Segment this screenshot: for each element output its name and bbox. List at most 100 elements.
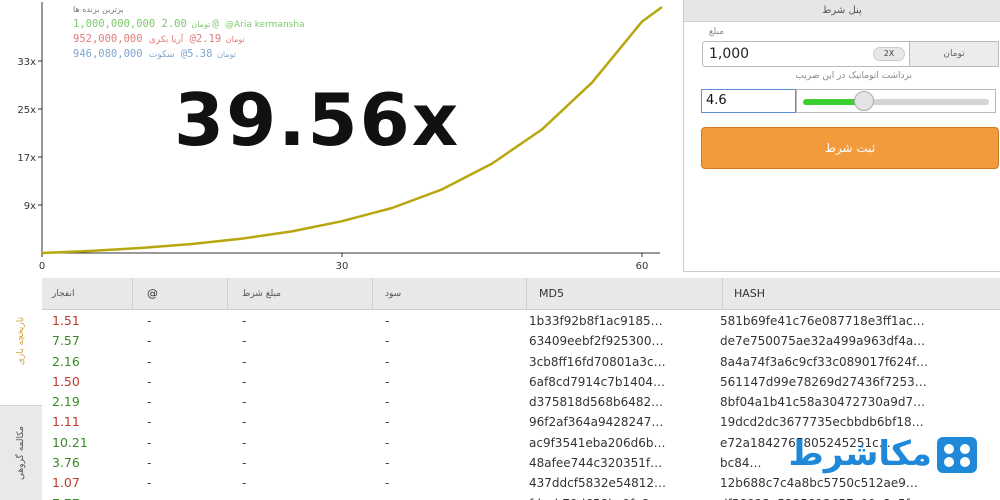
auto-cashout-label: برداشت اتوماتیک در این ضریب [795,71,912,81]
cell-bust-multiplier: 1.07 [52,475,80,491]
tab-game-history[interactable]: تاریخچه بازی [0,278,42,405]
table-row[interactable]: 1.50 - - - 6af8cd7914c7b1404… 561147d99e78269… [42,372,1000,392]
place-bet-button[interactable]: ثبت شرط [701,127,999,169]
cell-bet-amount: - [242,475,247,491]
cell-bust-multiplier: 10.21 [52,434,88,450]
winner-name: @Aria kermansha [224,20,305,30]
winner-amount: 952,000,000 [73,33,149,45]
col-divider [722,278,723,310]
cell-at: - [147,455,152,471]
cell-bust-multiplier: 3.76 [52,455,80,471]
amount-label: مبلغ [708,27,724,37]
tab-group-chat-label: مکالمه گروهی [16,425,26,480]
cell-hash: df58923a5235813657c00a8a5f… [720,494,1000,500]
cell-at: - [147,313,152,328]
top-winner-row: 952,000,000 تومان 2.19@ آریا بکری [73,32,373,47]
top-winners: برترین برنده ها 1,000,000,000 تومان 2.00… [73,3,373,62]
table-row[interactable]: 1.51 - - - 1b33f92b8f1ac9185… 581b69fe41c76e0… [42,311,1000,331]
cell-at: - [147,494,187,500]
winner-name: سکوت [148,50,175,60]
col-header-bust: انفجار [52,289,75,299]
logo-icon [937,437,977,473]
winner-amount: 946,080,000 [73,48,149,60]
cell-md5: ac9f3541eba206d6b… [529,435,666,450]
cell-profit: - [385,373,390,389]
cell-bust-multiplier: 7.77 [52,494,132,500]
cell-profit: - [385,414,390,430]
table-header: انفجار @ مبلغ شرط سود MD5 HASH [42,278,1000,310]
x-tick-label: 30 [336,261,349,272]
table-row[interactable]: 2.16 - - - 3cb8ff16fd70801a3c… 8a4a74f3a6c9cf… [42,352,1000,372]
auto-cashout-input[interactable]: 4.6 [701,89,796,113]
cell-profit: - [385,494,425,500]
slider-track-rest [864,99,989,105]
winner-name: آریا بکری [148,35,184,45]
cell-md5: 3cb8ff16fd70801a3c… [529,354,666,369]
top-winners-title: برترین برنده ها [73,5,124,14]
cell-profit: - [385,353,390,369]
cell-md5: 6af8cd7914c7b1404… [529,374,665,389]
cell-profit: - [385,394,390,410]
table-row[interactable]: 2.19 - - - d375818d568b6482… 8bf04a1b41c58a30… [42,392,1000,412]
cell-profit: - [385,455,390,471]
tab-game-history-label: تاریخچه بازی [16,317,26,366]
cell-profit: - [385,434,390,450]
site-logo-text: مکاشرط [788,434,933,474]
tab-group-chat[interactable]: مکالمه گروهی [0,405,42,500]
cell-bet-amount: - [242,434,247,450]
table-row[interactable]: 7.57 - - - 63409eebf2f925300… de7e750075ae32a… [42,331,1000,351]
cell-bust-multiplier: 1.50 [52,373,80,389]
col-header-at: @ [147,287,158,300]
col-header-amount: مبلغ شرط [242,289,281,299]
cell-bust-multiplier: 2.16 [52,353,80,369]
auto-cashout-slider[interactable] [796,89,996,113]
col-divider [526,278,527,310]
cell-bet-amount: - [242,394,247,410]
table-row[interactable]: 7.77 - - - fdcab79d658bc9fa8… df58923a5235813… [42,494,1000,500]
col-header-md5: MD5 [539,287,564,300]
cell-md5: 1b33f92b8f1ac9185… [529,314,663,328]
y-tick-label: 33x [17,57,36,68]
winner-currency: تومان [223,35,245,44]
cell-bet-amount: - [242,333,247,349]
cell-md5: 48afee744c320351f… [529,456,663,471]
col-divider [372,278,373,310]
cell-at: - [147,475,152,491]
cell-bet-amount: - [242,494,282,500]
col-divider [132,278,133,310]
col-header-hash: HASH [734,287,766,300]
cell-hash: 561147d99e78269d27436f7253… [720,374,927,389]
cell-at: - [147,394,152,410]
cell-hash: de7e750075ae32a499a963df4a… [720,334,926,349]
cell-profit: - [385,475,390,491]
cell-bet-amount: - [242,373,247,389]
col-header-profit: سود [385,289,402,299]
y-tick-label: 25x [17,105,36,116]
cell-at: - [147,373,152,389]
cell-md5: fdcab79d658bc9fa8… [529,494,716,500]
slider-thumb[interactable] [854,91,874,111]
col-divider [227,278,228,310]
cell-at: - [147,333,152,349]
crash-chart: 9x 17x 25x 33x 0 30 60 برترین برنده ها 1,000,0… [0,0,680,278]
cell-bust-multiplier: 1.11 [52,414,80,430]
bet-panel: پنل شرط مبلغ 1,000 2X تومان برداشت اتوما… [683,0,1000,272]
top-winner-row: 946,080,000 تومان 5.38@ سکوت [73,47,373,62]
side-tabs: تاریخچه بازی مکالمه گروهی [0,278,42,500]
double-amount-button[interactable]: 2X [873,47,905,61]
cell-bet-amount: - [242,455,247,471]
cell-md5: 96f2af364a9428247… [529,415,664,430]
bet-panel-title: پنل شرط [684,0,1000,22]
winner-amount: 1,000,000,000 [73,18,162,30]
cell-md5: 63409eebf2f925300… [529,334,664,349]
cell-profit: - [385,333,390,349]
cell-bet-amount: - [242,313,247,328]
currency-selector[interactable]: تومان [910,41,999,67]
cell-at: - [147,353,152,369]
winner-currency: تومان [214,50,236,59]
cell-profit: - [385,313,390,328]
top-winners-list: 1,000,000,000 تومان 2.00@ @Aria kermansh… [73,17,373,62]
current-multiplier: 39.56x [174,78,461,162]
cell-hash: 8bf04a1b41c58a30472730a9d7… [720,395,926,410]
cell-bust-multiplier: 2.19 [52,394,80,410]
